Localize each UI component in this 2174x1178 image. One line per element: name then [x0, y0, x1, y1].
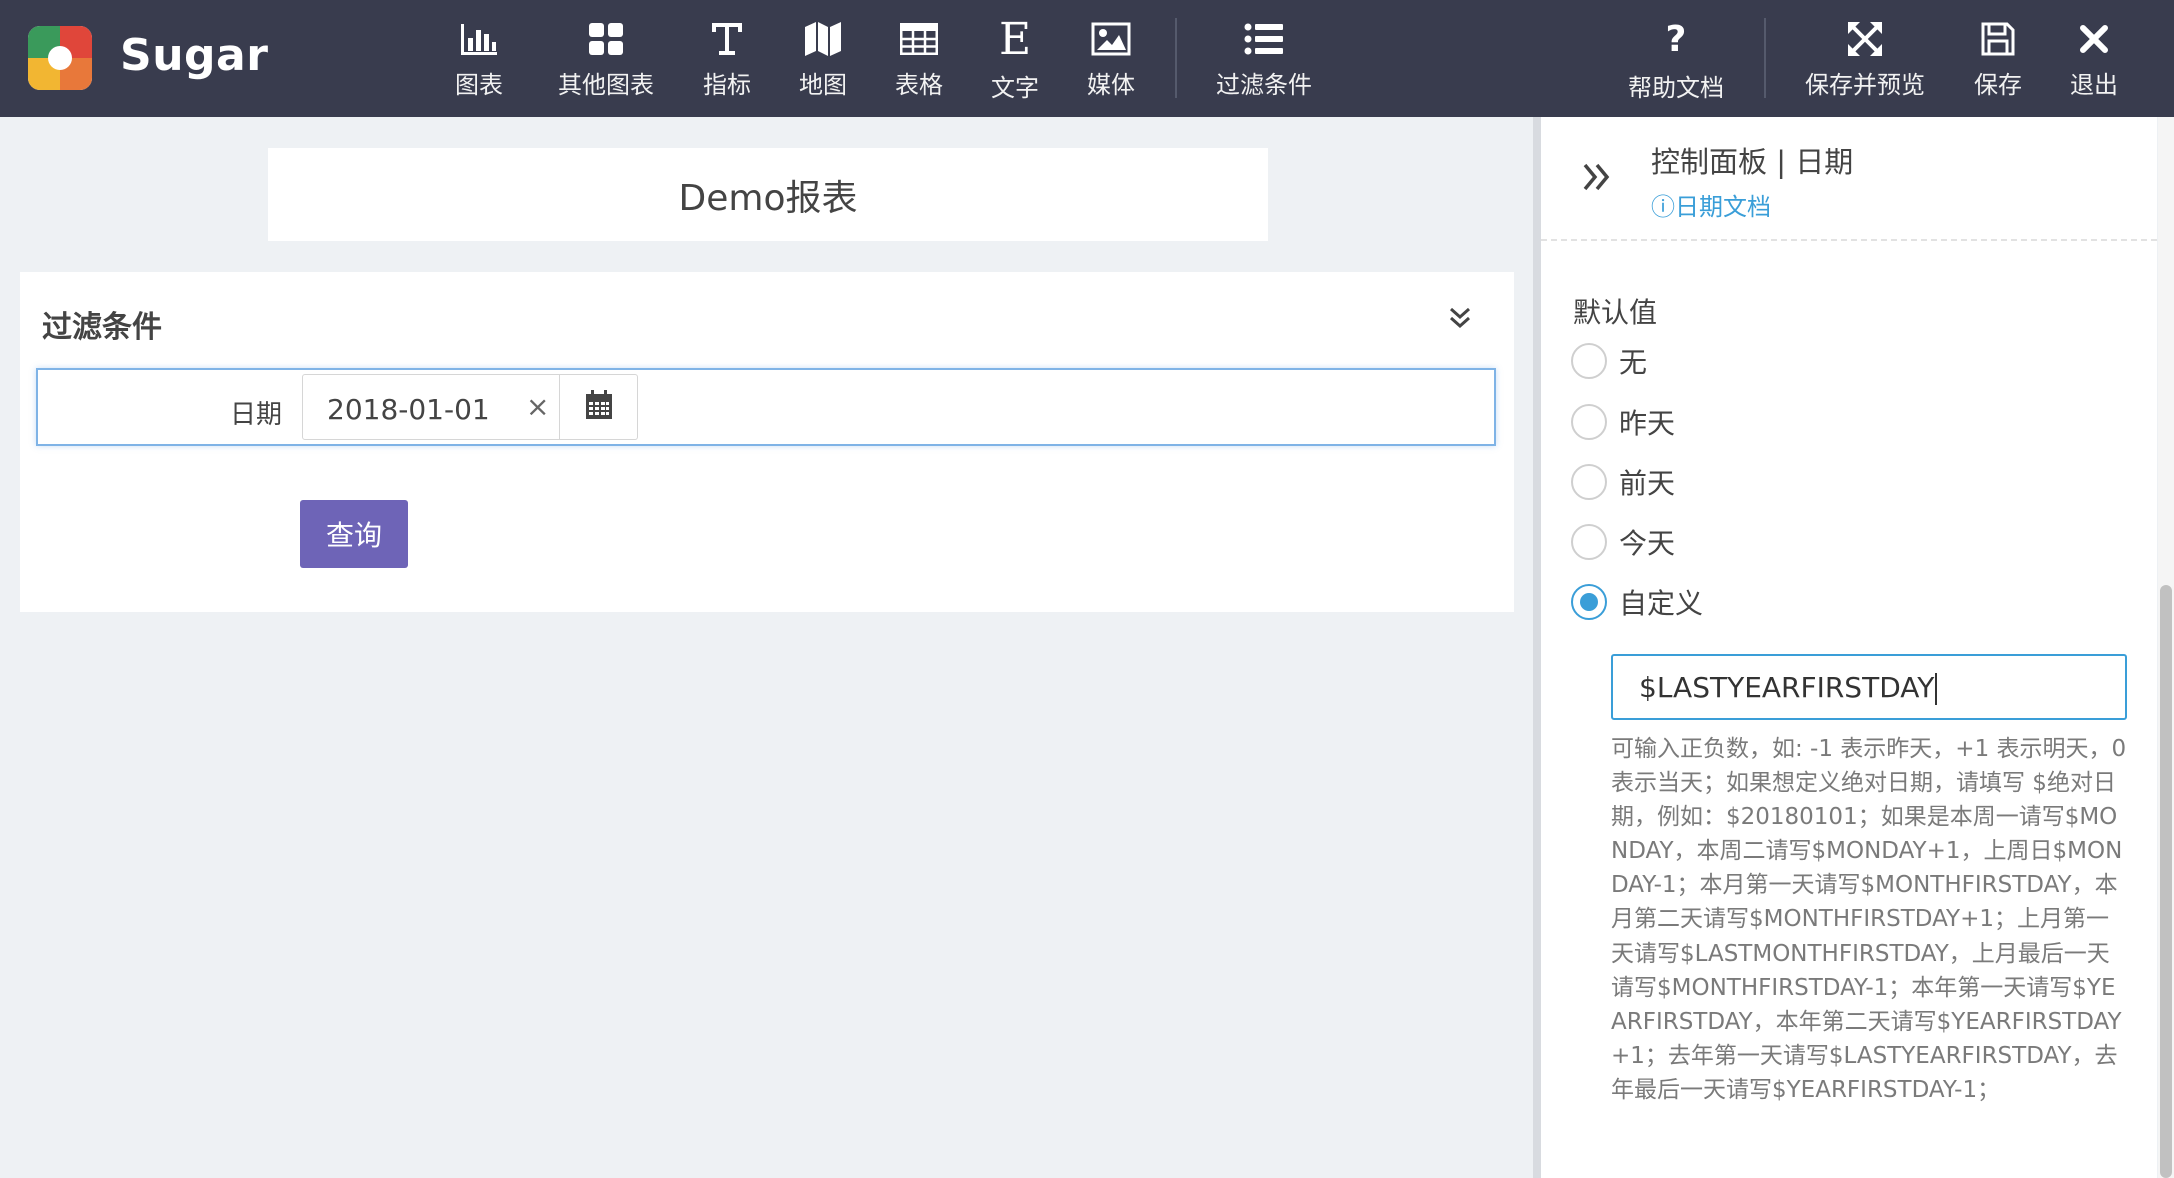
toolbar-label: 其他图表 — [558, 71, 654, 99]
report-title[interactable]: Demo报表 — [268, 148, 1268, 241]
custom-value-input[interactable]: $LASTYEARFIRSTDAY — [1611, 654, 2127, 720]
default-value-label: 默认值 — [1573, 296, 1658, 329]
radio-label: 自定义 — [1619, 587, 1704, 620]
date-filter-label: 日期 — [229, 400, 282, 430]
toolbar-chart-button[interactable]: 图表 — [455, 20, 503, 100]
clear-date-icon[interactable]: × — [526, 390, 549, 423]
date-docs-link[interactable]: ⓘ日期文档 — [1651, 187, 1771, 222]
calendar-icon — [585, 390, 613, 424]
radio-button[interactable] — [1571, 524, 1607, 560]
toolbar-table-button[interactable]: 表格 — [895, 20, 943, 100]
help-docs-button[interactable]: ? 帮助文档 — [1628, 19, 1724, 103]
radio-button[interactable] — [1571, 464, 1607, 500]
date-input[interactable]: 2018-01-01 — [302, 374, 560, 440]
radio-button[interactable] — [1571, 343, 1607, 379]
toolbar-separator — [1175, 18, 1177, 98]
toolbar-label: 指标 — [703, 71, 751, 99]
radio-option-yesterday[interactable]: 昨天 — [1571, 402, 1675, 442]
toolbar-label: 保存并预览 — [1805, 71, 1925, 99]
radio-label: 昨天 — [1619, 407, 1676, 440]
app-brand: Sugar — [120, 30, 269, 81]
exit-button[interactable]: 退出 — [2070, 20, 2118, 100]
control-panel: 控制面板 | 日期 ⓘ日期文档 默认值 无 昨天 前天 今天 自定义 $LAST… — [1541, 117, 2157, 1178]
toolbar-metric-button[interactable]: 指标 — [703, 20, 751, 100]
expand-arrows-icon — [1843, 20, 1887, 57]
bar-chart-icon — [457, 20, 501, 57]
floppy-disk-icon — [1976, 20, 2020, 57]
control-panel-header: 控制面板 | 日期 ⓘ日期文档 — [1541, 117, 2157, 241]
close-icon — [2072, 20, 2116, 57]
calendar-button[interactable] — [560, 374, 638, 440]
toolbar-label: 保存 — [1974, 71, 2022, 99]
panel-divider[interactable] — [1533, 117, 1541, 1178]
control-panel-title: 控制面板 | 日期 — [1651, 145, 1854, 179]
top-toolbar: Sugar 图表 其他图表 指标 地图 表格 E 文字 媒体 过滤条件 ? 帮助… — [0, 0, 2174, 117]
radio-option-custom[interactable]: 自定义 — [1571, 582, 1703, 622]
radio-button[interactable] — [1571, 404, 1607, 440]
toolbar-media-button[interactable]: 媒体 — [1087, 20, 1135, 100]
image-icon — [1089, 20, 1133, 57]
radio-label: 前天 — [1619, 467, 1676, 500]
toolbar-label: 过滤条件 — [1216, 71, 1312, 99]
save-and-preview-button[interactable]: 保存并预览 — [1805, 20, 1925, 100]
radio-label: 今天 — [1619, 527, 1676, 560]
toolbar-label: 帮助文档 — [1628, 74, 1724, 102]
sugar-logo — [28, 26, 92, 90]
toolbar-map-button[interactable]: 地图 — [799, 20, 847, 100]
radio-option-day-before-yesterday[interactable]: 前天 — [1571, 462, 1675, 502]
toolbar-label: 退出 — [2070, 71, 2118, 99]
panel-scrollbar-thumb[interactable] — [2160, 585, 2172, 1178]
toolbar-separator — [1764, 18, 1766, 98]
date-filter-row[interactable]: 日期 2018-01-01 × — [36, 368, 1496, 446]
text-caret — [1935, 673, 1938, 705]
toolbar-text-button[interactable]: E 文字 — [991, 14, 1039, 103]
filter-panel-title: 过滤条件 — [42, 310, 162, 345]
letter-e-icon: E — [998, 14, 1032, 65]
save-button[interactable]: 保存 — [1974, 20, 2022, 100]
radio-option-none[interactable]: 无 — [1571, 341, 1647, 381]
question-icon: ? — [1665, 19, 1687, 60]
text-metric-icon — [705, 20, 749, 57]
custom-value-text: $LASTYEARFIRSTDAY — [1639, 671, 1935, 704]
radio-button-selected[interactable] — [1571, 584, 1607, 620]
map-icon — [801, 20, 845, 57]
toolbar-label: 图表 — [455, 71, 503, 99]
query-button[interactable]: 查询 — [300, 500, 408, 568]
toolbar-other-charts-button[interactable]: 其他图表 — [558, 20, 654, 100]
double-chevron-right-icon[interactable] — [1579, 159, 1615, 195]
table-icon — [897, 20, 941, 57]
toolbar-filter-button[interactable]: 过滤条件 — [1216, 20, 1312, 100]
toolbar-label: 文字 — [991, 74, 1039, 102]
toolbar-label: 媒体 — [1087, 71, 1135, 99]
list-icon — [1242, 20, 1286, 57]
toolbar-label: 地图 — [799, 71, 847, 99]
filter-panel[interactable]: 过滤条件 日期 2018-01-01 × 查询 — [20, 272, 1514, 612]
radio-label: 无 — [1619, 346, 1648, 379]
custom-value-help-text: 可输入正负数，如: -1 表示昨天，+1 表示明天，0表示当天；如果想定义绝对日… — [1611, 736, 2127, 1103]
grid-icon — [584, 20, 628, 57]
radio-option-today[interactable]: 今天 — [1571, 522, 1675, 562]
toolbar-label: 表格 — [895, 71, 943, 99]
collapse-chevron-icon[interactable] — [1446, 304, 1474, 332]
